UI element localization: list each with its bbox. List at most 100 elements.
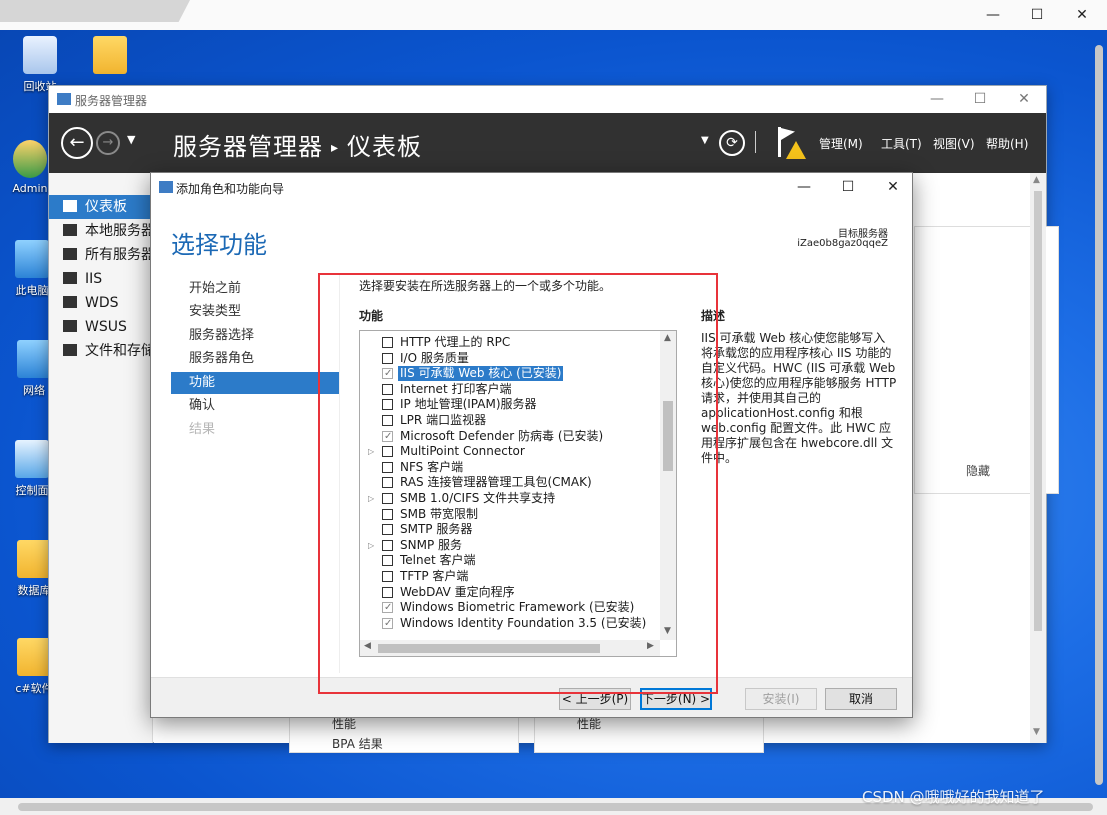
refresh-dropdown-icon[interactable]: ▼: [701, 135, 709, 146]
feature-row[interactable]: I/O 服务质量: [360, 351, 660, 367]
feature-row[interactable]: SMB 带宽限制: [360, 507, 660, 523]
feature-checkbox[interactable]: [382, 492, 393, 504]
host-tab[interactable]: [0, 0, 190, 22]
nav-item-local-server[interactable]: 本地服务器: [49, 219, 153, 243]
menu-help[interactable]: 帮助(H): [986, 135, 1028, 152]
feature-checkbox[interactable]: [382, 429, 393, 444]
feature-checkbox[interactable]: [382, 477, 393, 489]
nav-item-dashboard[interactable]: 仪表板: [49, 195, 153, 219]
step-server-selection[interactable]: 服务器选择: [171, 325, 339, 347]
feature-checkbox[interactable]: [382, 414, 393, 426]
host-close-button[interactable]: ✕: [1064, 4, 1100, 26]
feature-checkbox[interactable]: [382, 399, 393, 411]
sm-maximize-button[interactable]: ☐: [960, 89, 1000, 109]
feature-checkbox[interactable]: [382, 616, 393, 631]
expand-arrow-icon[interactable]: ▷: [368, 491, 378, 506]
feature-row[interactable]: TFTP 客户端: [360, 569, 660, 585]
expand-arrow-icon[interactable]: ▷: [368, 444, 378, 459]
feature-checkbox[interactable]: [382, 383, 393, 395]
scroll-up-icon[interactable]: ▲: [664, 333, 671, 343]
breadcrumb-page: 仪表板: [347, 133, 423, 161]
scroll-right-icon[interactable]: ▶: [647, 641, 654, 651]
breadcrumb-separator-icon: ▸: [331, 140, 340, 156]
feature-checkbox[interactable]: [382, 600, 393, 615]
host-minimize-button[interactable]: —: [975, 4, 1011, 26]
expand-arrow-icon[interactable]: ▷: [368, 538, 378, 553]
host-vertical-scrollbar[interactable]: [1093, 45, 1105, 785]
nav-item-iis[interactable]: IIS: [49, 267, 153, 291]
feature-checkbox[interactable]: [382, 352, 393, 364]
feature-row[interactable]: IIS 可承载 Web 核心 (已安装): [360, 366, 660, 382]
feature-checkbox[interactable]: [382, 539, 393, 551]
feature-row[interactable]: Windows Identity Foundation 3.5 (已安装): [360, 616, 660, 632]
scroll-left-icon[interactable]: ◀: [364, 641, 371, 651]
feature-checkbox[interactable]: [382, 337, 393, 348]
nav-item-all-servers[interactable]: 所有服务器: [49, 243, 153, 267]
sm-minimize-button[interactable]: —: [917, 89, 957, 109]
features-horizontal-scrollbar[interactable]: ◀ ▶: [360, 640, 660, 656]
refresh-icon[interactable]: ⟳: [719, 130, 745, 156]
notification-flag-icon[interactable]: [776, 127, 806, 163]
feature-row[interactable]: LPR 端口监视器: [360, 413, 660, 429]
cancel-button[interactable]: 取消: [825, 688, 897, 710]
step-install-type[interactable]: 安装类型: [171, 301, 339, 323]
history-dropdown-icon[interactable]: ▼: [127, 133, 135, 146]
feature-checkbox[interactable]: [382, 555, 393, 567]
wizard-close-button[interactable]: ✕: [873, 177, 913, 197]
step-confirmation[interactable]: 确认: [171, 395, 339, 417]
feature-checkbox[interactable]: [382, 570, 393, 582]
feature-row[interactable]: Telnet 客户端: [360, 553, 660, 569]
feature-checkbox[interactable]: [382, 508, 393, 520]
feature-label: TFTP 客户端: [400, 568, 469, 583]
scrollbar-thumb[interactable]: [1034, 191, 1042, 631]
desktop-icon-label: 此电脑: [15, 284, 49, 297]
step-features[interactable]: 功能: [171, 372, 339, 394]
nav-item-wsus[interactable]: WSUS: [49, 315, 153, 339]
host-maximize-button[interactable]: ☐: [1019, 4, 1055, 26]
hide-link[interactable]: 隐藏: [966, 462, 990, 479]
feature-checkbox[interactable]: [382, 366, 393, 381]
menu-view[interactable]: 视图(V): [933, 135, 975, 152]
feature-checkbox[interactable]: [382, 461, 393, 473]
feature-row[interactable]: ▷ SNMP 服务: [360, 538, 660, 554]
feature-checkbox[interactable]: [382, 446, 393, 458]
scroll-up-icon[interactable]: ▲: [1033, 175, 1040, 185]
feature-row[interactable]: Windows Biometric Framework (已安装): [360, 600, 660, 616]
scrollbar-thumb[interactable]: [663, 401, 673, 471]
scrollbar-thumb[interactable]: [378, 644, 600, 653]
feature-row[interactable]: Internet 打印客户端: [360, 382, 660, 398]
feature-row[interactable]: Microsoft Defender 防病毒 (已安装): [360, 429, 660, 445]
feature-checkbox[interactable]: [382, 524, 393, 536]
feature-row[interactable]: WebDAV 重定向程序: [360, 585, 660, 601]
feature-row[interactable]: RAS 连接管理器管理工具包(CMAK): [360, 475, 660, 491]
feature-row[interactable]: SMTP 服务器: [360, 522, 660, 538]
server-manager-scrollbar[interactable]: ▲ ▼: [1030, 173, 1046, 743]
features-list[interactable]: HTTP 代理上的 RPCI/O 服务质量IIS 可承载 Web 核心 (已安装…: [359, 330, 677, 657]
menu-tools[interactable]: 工具(T): [881, 135, 922, 152]
menu-manage[interactable]: 管理(M): [819, 135, 863, 152]
desktop-icon-folder[interactable]: [80, 36, 140, 78]
features-vertical-scrollbar[interactable]: ▲ ▼: [660, 331, 676, 640]
step-server-roles[interactable]: 服务器角色: [171, 348, 339, 370]
feature-row[interactable]: ▷ MultiPoint Connector: [360, 444, 660, 460]
feature-row[interactable]: ▷ SMB 1.0/CIFS 文件共享支持: [360, 491, 660, 507]
scrollbar-thumb[interactable]: [1095, 45, 1103, 785]
previous-button[interactable]: < 上一步(P): [559, 688, 631, 710]
step-before-you-begin[interactable]: 开始之前: [171, 278, 339, 300]
nav-item-file-storage[interactable]: 文件和存储: [49, 339, 153, 363]
scroll-down-icon[interactable]: ▼: [1033, 727, 1040, 737]
feature-row[interactable]: NFS 客户端: [360, 460, 660, 476]
feature-row[interactable]: HTTP 代理上的 RPC: [360, 335, 660, 351]
tile-bpa-label[interactable]: BPA 结果: [332, 735, 383, 752]
feature-checkbox[interactable]: [382, 586, 393, 598]
forward-arrow-icon[interactable]: →: [96, 131, 120, 155]
nav-item-wds[interactable]: WDS: [49, 291, 153, 315]
scroll-down-icon[interactable]: ▼: [664, 626, 671, 636]
wizard-minimize-button[interactable]: —: [784, 177, 824, 197]
wizard-maximize-button[interactable]: ☐: [828, 177, 868, 197]
wizard-titlebar: 添加角色和功能向导 — ☐ ✕: [151, 173, 912, 201]
sm-close-button[interactable]: ✕: [1004, 89, 1044, 109]
feature-row[interactable]: IP 地址管理(IPAM)服务器: [360, 397, 660, 413]
back-arrow-icon[interactable]: ←: [61, 127, 93, 159]
next-button[interactable]: 下一步(N) >: [640, 688, 712, 710]
